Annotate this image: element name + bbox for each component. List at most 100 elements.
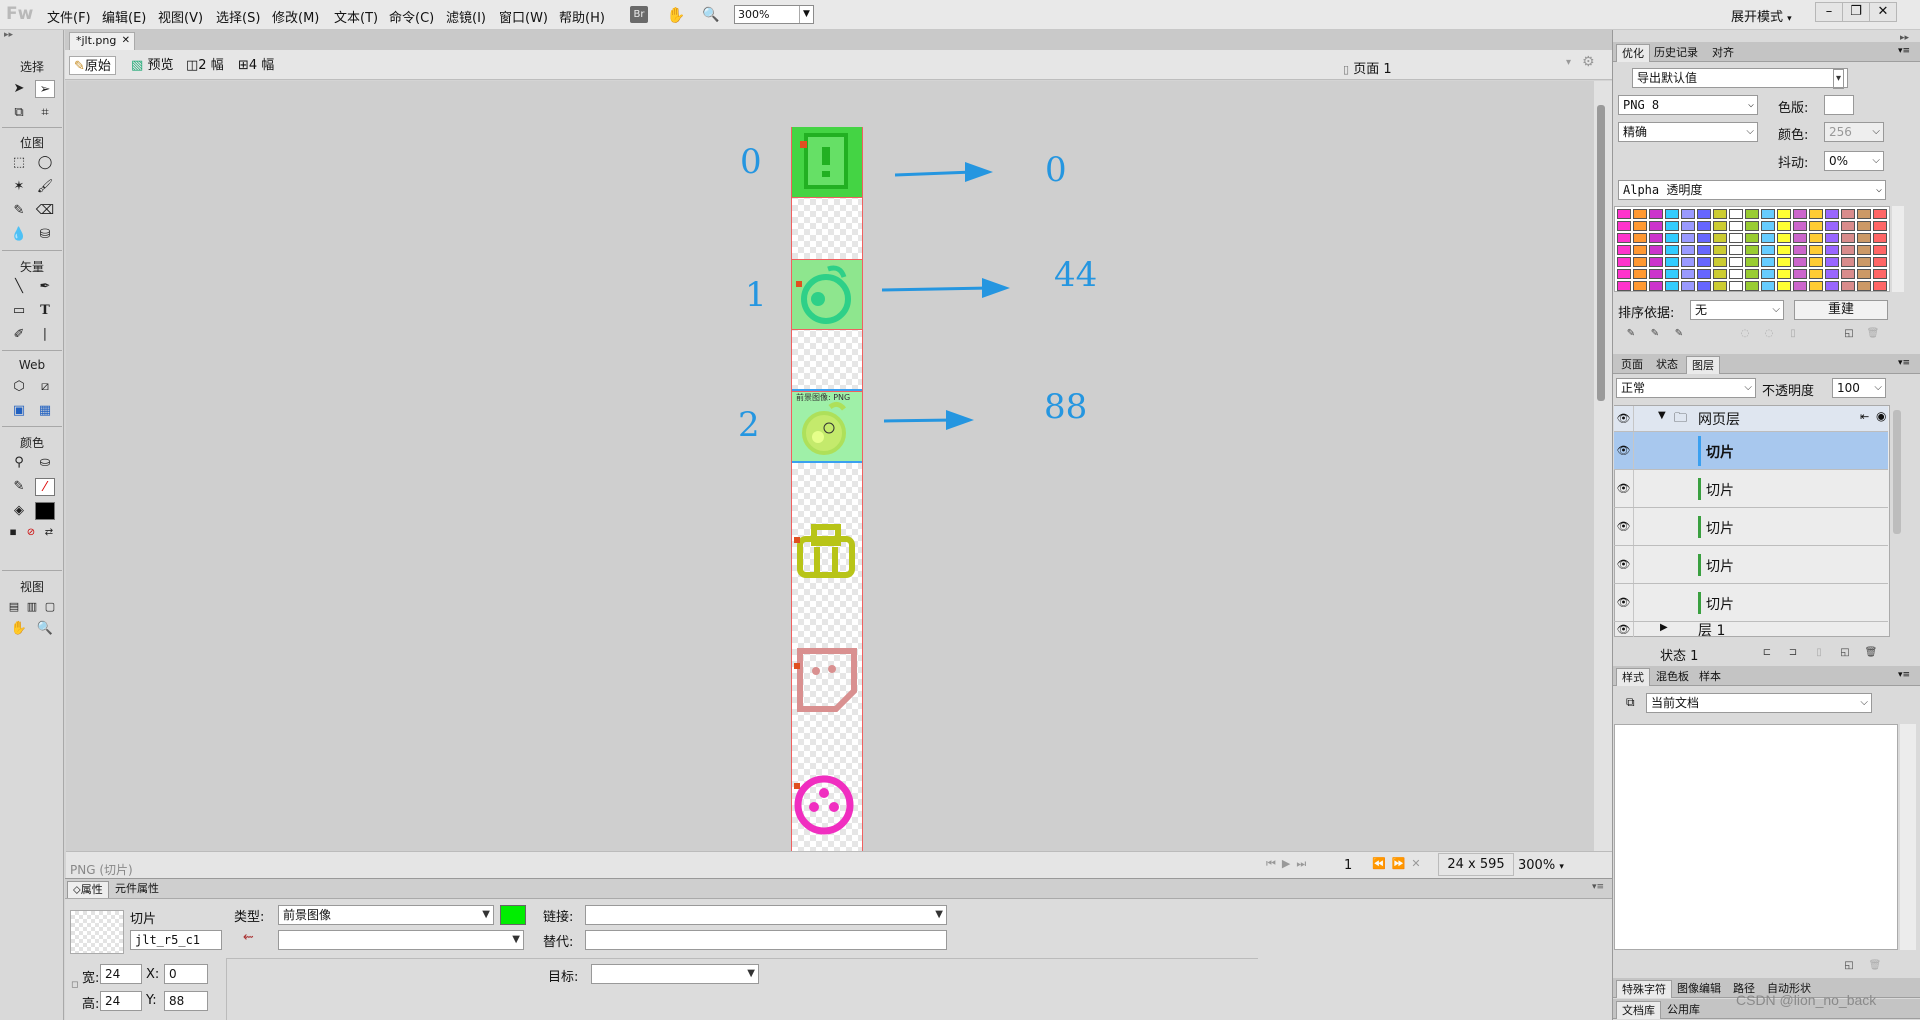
menu-window[interactable]: 窗口(W) — [499, 7, 548, 26]
color-swatch[interactable] — [1665, 269, 1679, 279]
menu-file[interactable]: 文件(F) — [47, 7, 91, 26]
color-swatch[interactable] — [1697, 245, 1711, 255]
paint-bucket-icon[interactable]: ⛀ — [35, 454, 55, 472]
menu-text[interactable]: 文本(T) — [334, 7, 378, 26]
color-swatch[interactable] — [1729, 233, 1743, 243]
fill-color-icon[interactable]: ◈ — [9, 502, 29, 520]
restore-icon[interactable]: ❐ — [1842, 2, 1870, 22]
pointer-tool-icon[interactable]: ➤ — [9, 80, 29, 98]
tab-optimize[interactable]: 优化 — [1616, 44, 1650, 62]
bridge-button[interactable]: Br — [630, 6, 648, 23]
full-screen-menu-icon[interactable]: ▥ — [24, 598, 40, 616]
rectangle-tool-icon[interactable]: ▭ — [9, 302, 29, 320]
tab-swatches[interactable]: 混色板 — [1651, 668, 1694, 686]
slice-name-input[interactable]: jlt_r5_c1 — [130, 930, 222, 950]
color-swatch[interactable] — [1873, 281, 1887, 291]
color-swatch[interactable] — [1857, 221, 1871, 231]
color-swatch[interactable] — [1873, 269, 1887, 279]
color-swatch[interactable] — [1729, 281, 1743, 291]
matte-swatch[interactable] — [1824, 95, 1854, 115]
color-swatch[interactable] — [1633, 257, 1647, 267]
knife-tool-icon[interactable]: ∣ — [35, 326, 55, 344]
color-swatch[interactable] — [1681, 281, 1695, 291]
color-swatch[interactable] — [1825, 209, 1839, 219]
tab-layers[interactable]: 图层 — [1686, 356, 1720, 374]
color-swatch[interactable] — [1873, 257, 1887, 267]
color-swatch[interactable] — [1841, 269, 1855, 279]
color-swatch[interactable] — [1761, 257, 1775, 267]
view-2up-button[interactable]: ◫2 幅 — [182, 56, 228, 75]
color-swatch[interactable] — [1873, 221, 1887, 231]
image-strip[interactable]: 前景图像: PNG — [791, 127, 863, 851]
color-swatch[interactable] — [1793, 233, 1807, 243]
gear-icon[interactable]: ⚙ — [1582, 54, 1595, 70]
color-swatch[interactable] — [1841, 281, 1855, 291]
tab-document-library[interactable]: 文档库 — [1616, 1001, 1661, 1019]
line-tool-icon[interactable]: ╲ — [9, 278, 29, 296]
color-swatch[interactable] — [1649, 209, 1663, 219]
eye-icon[interactable]: 👁 — [1614, 470, 1634, 507]
color-swatch[interactable] — [1857, 245, 1871, 255]
color-swatch[interactable] — [1729, 221, 1743, 231]
color-swatch[interactable] — [1761, 209, 1775, 219]
color-swatch[interactable] — [1857, 209, 1871, 219]
color-swatch[interactable] — [1825, 257, 1839, 267]
color-swatch[interactable] — [1633, 209, 1647, 219]
color-swatch[interactable] — [1681, 245, 1695, 255]
crop-tool-icon[interactable]: ⌗ — [35, 104, 55, 122]
delete-icon[interactable]: 🗑 — [1868, 960, 1882, 972]
color-swatch[interactable] — [1809, 257, 1823, 267]
delete-color-icon[interactable]: 🗑 — [1866, 328, 1880, 340]
color-swatch[interactable] — [1729, 257, 1743, 267]
tab-align[interactable]: 对齐 — [1707, 44, 1739, 62]
new-sub-layer-icon[interactable]: ⊏ — [1760, 647, 1774, 659]
subselect-tool-icon[interactable]: ➢ — [35, 80, 55, 98]
color-swatch[interactable] — [1777, 281, 1791, 291]
eye-icon[interactable]: 👁 — [1614, 584, 1634, 621]
dither-input[interactable]: 0% ⌵ — [1824, 151, 1884, 171]
color-swatch[interactable] — [1633, 245, 1647, 255]
stroke-color-icon[interactable]: ✎ — [9, 478, 29, 496]
scale-tool-icon[interactable]: ⧉ — [9, 104, 29, 122]
tab-common-library[interactable]: 公用库 — [1662, 1001, 1705, 1019]
color-swatch[interactable] — [1649, 245, 1663, 255]
default-colors-icon[interactable]: ◾ — [6, 524, 20, 542]
color-swatch[interactable] — [1713, 221, 1727, 231]
color-swatch[interactable] — [1713, 257, 1727, 267]
color-swatch[interactable] — [1649, 281, 1663, 291]
pencil-tool-icon[interactable]: ✎ — [9, 202, 29, 220]
color-swatch[interactable] — [1841, 245, 1855, 255]
expand-triangle-icon[interactable]: ▼ — [1658, 410, 1666, 421]
color-swatch[interactable] — [1777, 221, 1791, 231]
color-swatch[interactable] — [1793, 269, 1807, 279]
color-swatch[interactable] — [1665, 257, 1679, 267]
color-swatch[interactable] — [1761, 269, 1775, 279]
color-swatch[interactable] — [1873, 209, 1887, 219]
type-select[interactable]: 前景图像 ▼ — [278, 905, 494, 925]
color-swatch[interactable] — [1777, 209, 1791, 219]
color-swatch[interactable] — [1857, 281, 1871, 291]
eye-icon[interactable]: 👁 — [1614, 508, 1634, 545]
layer-row[interactable]: 👁 切片 — [1614, 546, 1888, 584]
tab-pages[interactable]: 页面 — [1616, 356, 1648, 374]
transparency-select[interactable]: Alpha 透明度 ⌵ — [1618, 180, 1886, 200]
color-swatch[interactable] — [1825, 233, 1839, 243]
freeform-tool-icon[interactable]: ✐ — [9, 326, 29, 344]
layers-scrollbar-thumb[interactable] — [1893, 410, 1901, 534]
color-swatch[interactable] — [1665, 209, 1679, 219]
layer-row[interactable]: 👁 切片 — [1614, 584, 1888, 622]
color-swatch[interactable] — [1793, 245, 1807, 255]
slice-1[interactable] — [792, 259, 862, 329]
eye-icon[interactable]: 👁 — [1614, 406, 1634, 431]
transparent-icon[interactable]: ◌ — [1738, 328, 1752, 340]
color-swatch[interactable] — [1649, 269, 1663, 279]
lasso-tool-icon[interactable]: ◯ — [35, 154, 55, 172]
slice-tool-icon[interactable]: ⧄ — [35, 378, 55, 396]
color-swatch[interactable] — [1745, 221, 1759, 231]
chevron-down-icon[interactable]: ▾ — [1566, 57, 1571, 68]
close-icon[interactable]: ✕ — [1869, 2, 1897, 22]
fill-swatch[interactable] — [35, 502, 55, 520]
color-table-scrollbar[interactable] — [1892, 206, 1904, 292]
color-swatch[interactable] — [1745, 209, 1759, 219]
zoom-select[interactable]: 300% ▼ — [734, 5, 814, 24]
